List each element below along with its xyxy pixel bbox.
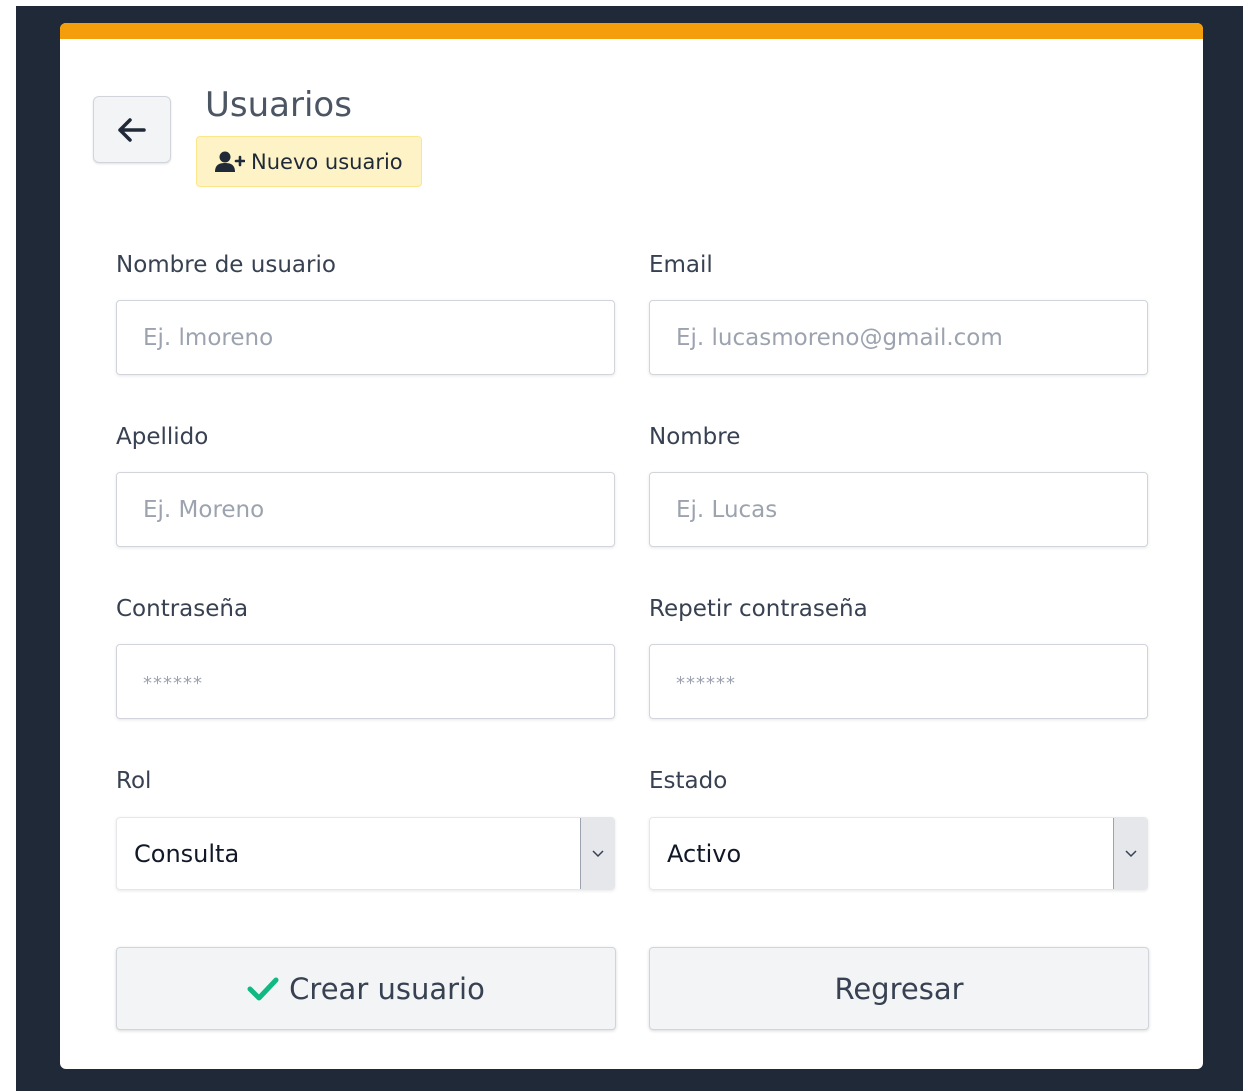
status-select-value: Activo: [667, 839, 742, 868]
status-select[interactable]: Activo: [649, 817, 1148, 890]
lastname-input[interactable]: [116, 472, 615, 547]
new-user-badge: Nuevo usuario: [196, 136, 422, 187]
password-repeat-input[interactable]: [649, 644, 1148, 719]
username-label: Nombre de usuario: [116, 252, 336, 278]
lastname-label: Apellido: [116, 424, 209, 450]
status-dropdown-arrow[interactable]: [1113, 818, 1147, 889]
status-label: Estado: [649, 768, 728, 794]
username-input[interactable]: [116, 300, 615, 375]
email-input[interactable]: [649, 300, 1148, 375]
firstname-label: Nombre: [649, 424, 741, 450]
back-button[interactable]: [93, 96, 171, 163]
email-label: Email: [649, 252, 713, 278]
create-user-label: Crear usuario: [289, 971, 485, 1006]
badge-label: Nuevo usuario: [251, 149, 403, 174]
chevron-down-icon: [591, 849, 604, 857]
password-input[interactable]: [116, 644, 615, 719]
password-repeat-label: Repetir contraseña: [649, 596, 868, 622]
back-return-button[interactable]: Regresar: [649, 947, 1149, 1030]
role-label: Rol: [116, 768, 152, 794]
chevron-down-icon: [1124, 849, 1137, 857]
role-select[interactable]: Consulta: [116, 817, 615, 890]
user-plus-icon: [215, 151, 245, 172]
check-icon: [247, 977, 279, 1000]
firstname-input[interactable]: [649, 472, 1148, 547]
user-form-card: Usuarios Nuevo usuario Nombre de usuario…: [60, 23, 1203, 1069]
role-dropdown-arrow[interactable]: [580, 818, 614, 889]
page-title: Usuarios: [205, 85, 352, 125]
create-user-button[interactable]: Crear usuario: [116, 947, 616, 1030]
password-label: Contraseña: [116, 596, 249, 622]
card-accent-bar: [60, 23, 1203, 39]
back-return-label: Regresar: [834, 971, 964, 1006]
role-select-value: Consulta: [134, 839, 240, 868]
arrow-left-icon: [118, 117, 146, 142]
